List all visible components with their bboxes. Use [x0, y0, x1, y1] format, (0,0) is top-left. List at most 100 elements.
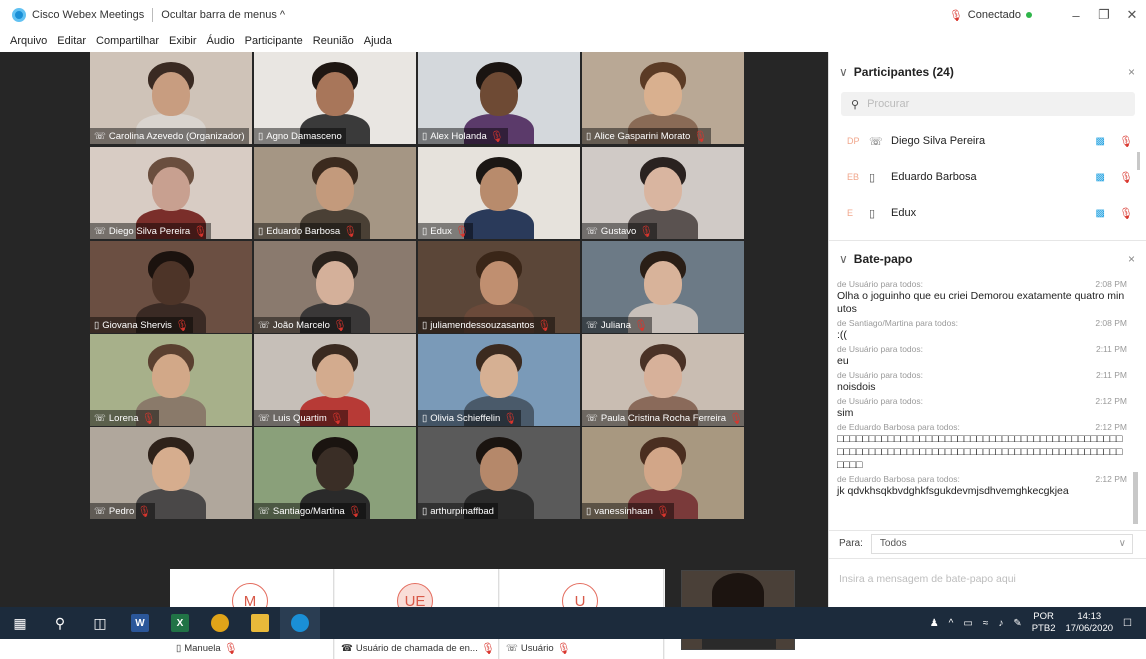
video-tile[interactable]: ☏ João Marcelo 🎙 [254, 241, 416, 333]
file-explorer-icon[interactable] [240, 607, 280, 639]
participants-panel-header[interactable]: ∨ Participantes (24) × [829, 54, 1146, 90]
monitor-icon: ▯ [422, 319, 428, 331]
video-tile[interactable]: ▯ arthurpinaffbad [418, 427, 580, 519]
menu-item[interactable]: Reunião [313, 35, 354, 47]
chat-message-text: :(( [837, 329, 847, 341]
restore-button[interactable]: ❐ [1090, 7, 1118, 23]
video-tile[interactable]: ▯ vanessinhaan 🎙 [582, 427, 744, 519]
video-tile[interactable]: ☏ Carolina Azevedo (Organizador) [90, 52, 252, 144]
muted-microphone-icon: 🎙 [332, 319, 347, 332]
participant-row[interactable]: DP ☏ Diego Silva Pereira ▩ 🎙 [829, 124, 1146, 158]
muted-microphone-icon: 🎙 [193, 225, 208, 238]
lang-top: POR [1033, 611, 1054, 622]
video-tile[interactable]: ▯ Agno Damasceno [254, 52, 416, 144]
task-view-icon[interactable]: ◫ [80, 607, 120, 639]
participant-row[interactable]: E ▯ Edux ▩ 🎙 [829, 196, 1146, 230]
close-chat-button[interactable]: × [1128, 252, 1135, 266]
chat-message: de Eduardo Barbosa para todos: 2:12 PM jk … [837, 474, 1127, 498]
word-app-icon[interactable]: W [120, 607, 160, 639]
participant-name: Alice Gasparini Morato [594, 130, 691, 142]
video-tile[interactable]: ▯ juliamendessouzasantos 🎙 [418, 241, 580, 333]
menu-item[interactable]: Ajuda [364, 35, 392, 47]
participant-name: Gustavo [600, 225, 637, 237]
webex-app-icon[interactable] [280, 607, 320, 639]
video-tile[interactable]: ▯ Olivia Schieffelin 🎙 [418, 334, 580, 426]
participant-name: Edux [891, 207, 917, 219]
participant-name: Giovana Shervis [102, 319, 172, 331]
video-tile[interactable]: ▯ Alice Gasparini Morato 🎙 [582, 52, 744, 144]
chevron-down-icon[interactable]: ∨ [839, 65, 848, 79]
video-tile[interactable]: ☏ Diego Silva Pereira 🎙 [90, 147, 252, 239]
video-tile[interactable]: ☏ Pedro 🎙 [90, 427, 252, 519]
close-button[interactable]: ✕ [1118, 7, 1146, 23]
video-tile[interactable]: ▯ Edux 🎙 [418, 147, 580, 239]
search-icon[interactable]: ⚲ [40, 607, 80, 639]
chrome-app-icon[interactable] [200, 607, 240, 639]
video-tile[interactable]: ▯ Giovana Shervis 🎙 [90, 241, 252, 333]
participants-scrollbar[interactable] [1137, 152, 1140, 170]
participant-name: Lorena [108, 412, 139, 424]
menu-item[interactable]: Compartilhar [96, 35, 159, 47]
people-icon[interactable]: ♟ [930, 618, 939, 629]
windows-start-icon[interactable]: ▦ [0, 607, 40, 639]
battery-icon[interactable]: ▭ [963, 618, 972, 629]
chat-message: de Usuário para todos: 2:12 PM sim [837, 396, 1127, 420]
monitor-icon: ▯ [258, 225, 264, 237]
chat-sender: de Eduardo Barbosa para todos: [837, 422, 960, 432]
menu-item[interactable]: Arquivo [10, 35, 47, 47]
muted-microphone-icon: 🎙 [503, 412, 518, 425]
video-tile[interactable]: ▯ Alex Holanda 🎙 [418, 52, 580, 144]
volume-icon[interactable]: ♪ [998, 618, 1003, 629]
tray-chevron-up-icon[interactable]: ^ [949, 618, 954, 629]
chat-timestamp: 2:11 PM [1095, 344, 1127, 354]
avatar: DP [847, 136, 860, 146]
chat-message-input[interactable]: Insira a mensagem de bate-papo aqui [829, 558, 1146, 607]
muted-microphone-icon: 🎙 [223, 643, 238, 655]
chevron-down-icon[interactable]: ∨ [839, 252, 848, 266]
clock[interactable]: 14:13 17/06/2020 [1065, 611, 1113, 635]
chat-message: de Usuário para todos: 2:11 PM noisdois [837, 370, 1127, 394]
notifications-icon[interactable]: ☐ [1123, 618, 1132, 629]
phone-icon: ☏ [506, 643, 518, 654]
avatar: EB [847, 172, 860, 182]
participant-search-input[interactable]: ⚲ Procurar [841, 92, 1135, 116]
phone-icon: ☏ [869, 135, 883, 148]
menu-item[interactable]: Editar [57, 35, 86, 47]
pen-icon[interactable]: ✎ [1013, 618, 1021, 629]
chat-scrollbar[interactable] [1133, 472, 1138, 524]
video-tile[interactable]: ☏ Lorena 🎙 [90, 334, 252, 426]
minimize-button[interactable]: – [1062, 8, 1090, 23]
connection-status[interactable]: 🎙 Conectado [949, 9, 1032, 22]
excel-app-icon[interactable]: X [160, 607, 200, 639]
close-participants-button[interactable]: × [1128, 65, 1135, 79]
video-camera-icon[interactable]: ▩ [1096, 172, 1105, 183]
muted-microphone-icon[interactable]: 🎙 [1119, 135, 1133, 148]
video-tile[interactable]: ☏ Gustavo 🎙 [582, 147, 744, 239]
chat-log[interactable]: de Usuário para todos: 2:08 PM Olha o jogu… [829, 279, 1146, 524]
video-tile[interactable]: ☏ Juliana 🎙 [582, 241, 744, 333]
video-tile-label: ▯ Alice Gasparini Morato 🎙 [582, 128, 712, 144]
chat-message: de Santiago/Martina para todos: 2:08 PM:(… [837, 318, 1127, 342]
chat-panel-header[interactable]: ∨ Bate-papo × [829, 240, 1146, 276]
video-tile[interactable]: ▯ Eduardo Barbosa 🎙 [254, 147, 416, 239]
video-tile[interactable]: ☏ Paula Cristina Rocha Ferreira 🎙 [582, 334, 744, 426]
muted-microphone-icon: 🎙 [174, 319, 189, 332]
muted-microphone-icon[interactable]: 🎙 [1119, 207, 1133, 220]
menu-item[interactable]: Áudio [207, 35, 235, 47]
participant-name: Eduardo Barbosa [266, 225, 341, 237]
video-tile[interactable]: ☏ Luis Quartim 🎙 [254, 334, 416, 426]
video-tile-label: ▯ Olivia Schieffelin 🎙 [418, 410, 522, 426]
phone-icon: ☏ [586, 319, 598, 331]
wifi-icon[interactable]: ≈ [983, 618, 989, 629]
video-camera-icon[interactable]: ▩ [1096, 208, 1105, 219]
participant-row[interactable]: EB ▯ Eduardo Barbosa ▩ 🎙 [829, 160, 1146, 194]
video-tile[interactable]: ☏ Santiago/Martina 🎙 [254, 427, 416, 519]
muted-microphone-icon: 🎙 [141, 412, 156, 425]
video-camera-icon[interactable]: ▩ [1096, 136, 1105, 147]
muted-microphone-icon[interactable]: 🎙 [1119, 171, 1133, 184]
language-indicator[interactable]: POR PTB2 [1032, 611, 1056, 635]
hide-menu-button[interactable]: Ocultar barra de menus ^ [161, 9, 285, 21]
menu-item[interactable]: Exibir [169, 35, 197, 47]
menu-item[interactable]: Participante [245, 35, 303, 47]
recipient-select[interactable]: Todos ∨ [870, 533, 1133, 554]
